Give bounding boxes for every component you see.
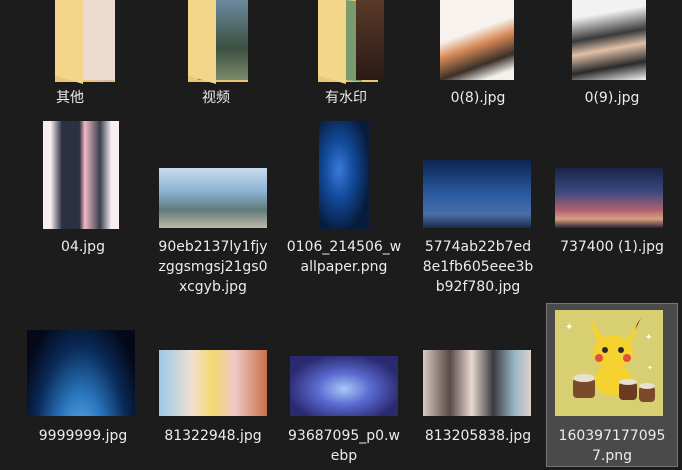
- image-thumbnail: [319, 121, 369, 229]
- file-item-0106-wallpaper[interactable]: 0106_214506_w allpaper.png: [279, 118, 409, 278]
- pikachu-illustration: ✦ ✦ ✦: [565, 316, 655, 402]
- image-thumbnail: [27, 330, 135, 416]
- file-item-90eb2137[interactable]: 90eb2137ly1fjy zggsmgsj21gs0 xcgyb.jpg: [148, 118, 278, 298]
- item-label: 813205838.jpg: [424, 428, 532, 444]
- item-label: 其他: [56, 90, 84, 106]
- file-item-813205838[interactable]: 813205838.jpg: [413, 306, 543, 456]
- item-label: 160397177095 7.png: [558, 428, 666, 464]
- item-label: 有水印: [325, 90, 367, 106]
- folder-icon: [306, 0, 386, 86]
- image-thumbnail: [423, 350, 531, 416]
- image-thumbnail: [159, 168, 267, 228]
- item-label: 93687095_p0.w ebp: [288, 428, 400, 464]
- file-item-04[interactable]: 04.jpg: [18, 118, 148, 258]
- image-thumbnail: [572, 0, 646, 80]
- item-label: 9999999.jpg: [38, 428, 128, 444]
- item-label: 5774ab22b7ed 8e1fb605eee3b b92f780.jpg: [422, 239, 534, 295]
- file-item-81322948[interactable]: 81322948.jpg: [148, 306, 278, 456]
- image-thumbnail: [423, 160, 531, 228]
- file-item-5774ab22[interactable]: 5774ab22b7ed 8e1fb605eee3b b92f780.jpg: [413, 118, 543, 298]
- item-label: 0(9).jpg: [584, 90, 640, 106]
- file-item-0-9[interactable]: 0(9).jpg: [547, 0, 677, 112]
- file-item-0-8[interactable]: 0(8).jpg: [413, 0, 543, 112]
- svg-text:✦: ✦: [645, 333, 653, 343]
- item-label: 0106_214506_w allpaper.png: [286, 239, 402, 275]
- folder-item-watermark[interactable]: 有水印: [281, 0, 411, 112]
- svg-text:✦: ✦: [647, 364, 653, 372]
- item-label: 0(8).jpg: [450, 90, 506, 106]
- folder-icon: [43, 0, 123, 86]
- folder-item-other[interactable]: 其他: [5, 0, 135, 112]
- image-thumbnail: [555, 168, 663, 228]
- svg-text:✦: ✦: [565, 322, 573, 333]
- image-thumbnail: [440, 0, 514, 80]
- item-label: 04.jpg: [61, 239, 105, 255]
- image-thumbnail: [290, 356, 398, 416]
- file-item-93687095[interactable]: 93687095_p0.w ebp: [279, 306, 409, 466]
- item-label: 737400 (1).jpg: [560, 239, 664, 255]
- item-label: 90eb2137ly1fjy zggsmgsj21gs0 xcgyb.jpg: [158, 239, 268, 295]
- file-item-737400[interactable]: 737400 (1).jpg: [547, 118, 677, 258]
- file-item-9999999[interactable]: 9999999.jpg: [18, 306, 148, 456]
- image-thumbnail: [43, 121, 119, 229]
- item-label: 视频: [202, 90, 230, 106]
- folder-icon: [176, 0, 256, 86]
- item-label: 81322948.jpg: [164, 428, 262, 444]
- image-thumbnail: [159, 350, 267, 416]
- image-thumbnail: ✦ ✦ ✦: [555, 310, 663, 416]
- file-item-160397177095-selected[interactable]: ✦ ✦ ✦ 160397177095 7.png: [546, 303, 678, 467]
- folder-item-video[interactable]: 视频: [151, 0, 281, 112]
